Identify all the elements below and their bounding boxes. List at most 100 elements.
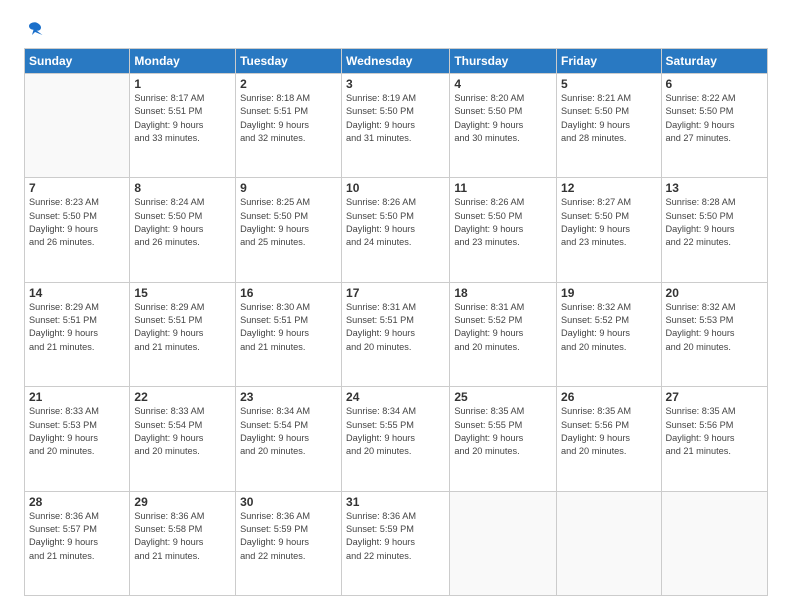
day-info: Sunrise: 8:32 AM Sunset: 5:53 PM Dayligh…: [666, 301, 763, 354]
day-number: 26: [561, 390, 656, 404]
day-number: 17: [346, 286, 445, 300]
day-number: 12: [561, 181, 656, 195]
day-info: Sunrise: 8:23 AM Sunset: 5:50 PM Dayligh…: [29, 196, 125, 249]
day-cell: 30Sunrise: 8:36 AM Sunset: 5:59 PM Dayli…: [236, 491, 342, 595]
week-row-5: 28Sunrise: 8:36 AM Sunset: 5:57 PM Dayli…: [25, 491, 768, 595]
day-info: Sunrise: 8:36 AM Sunset: 5:58 PM Dayligh…: [134, 510, 231, 563]
day-cell: 11Sunrise: 8:26 AM Sunset: 5:50 PM Dayli…: [450, 178, 557, 282]
day-cell: 23Sunrise: 8:34 AM Sunset: 5:54 PM Dayli…: [236, 387, 342, 491]
day-number: 30: [240, 495, 337, 509]
day-cell: 31Sunrise: 8:36 AM Sunset: 5:59 PM Dayli…: [342, 491, 450, 595]
day-info: Sunrise: 8:28 AM Sunset: 5:50 PM Dayligh…: [666, 196, 763, 249]
day-cell: 26Sunrise: 8:35 AM Sunset: 5:56 PM Dayli…: [557, 387, 661, 491]
day-info: Sunrise: 8:18 AM Sunset: 5:51 PM Dayligh…: [240, 92, 337, 145]
day-number: 4: [454, 77, 552, 91]
header: [24, 20, 768, 38]
logo-bird-icon: [26, 20, 44, 38]
calendar-header-row: SundayMondayTuesdayWednesdayThursdayFrid…: [25, 49, 768, 74]
day-cell: 7Sunrise: 8:23 AM Sunset: 5:50 PM Daylig…: [25, 178, 130, 282]
day-number: 22: [134, 390, 231, 404]
day-info: Sunrise: 8:29 AM Sunset: 5:51 PM Dayligh…: [134, 301, 231, 354]
day-info: Sunrise: 8:26 AM Sunset: 5:50 PM Dayligh…: [454, 196, 552, 249]
day-cell: 22Sunrise: 8:33 AM Sunset: 5:54 PM Dayli…: [130, 387, 236, 491]
day-cell: 12Sunrise: 8:27 AM Sunset: 5:50 PM Dayli…: [557, 178, 661, 282]
day-number: 14: [29, 286, 125, 300]
week-row-2: 7Sunrise: 8:23 AM Sunset: 5:50 PM Daylig…: [25, 178, 768, 282]
day-info: Sunrise: 8:35 AM Sunset: 5:56 PM Dayligh…: [666, 405, 763, 458]
day-info: Sunrise: 8:36 AM Sunset: 5:57 PM Dayligh…: [29, 510, 125, 563]
day-cell: 24Sunrise: 8:34 AM Sunset: 5:55 PM Dayli…: [342, 387, 450, 491]
day-cell: [661, 491, 767, 595]
header-sunday: Sunday: [25, 49, 130, 74]
day-number: 20: [666, 286, 763, 300]
day-number: 13: [666, 181, 763, 195]
day-info: Sunrise: 8:34 AM Sunset: 5:54 PM Dayligh…: [240, 405, 337, 458]
day-info: Sunrise: 8:29 AM Sunset: 5:51 PM Dayligh…: [29, 301, 125, 354]
day-info: Sunrise: 8:32 AM Sunset: 5:52 PM Dayligh…: [561, 301, 656, 354]
day-info: Sunrise: 8:24 AM Sunset: 5:50 PM Dayligh…: [134, 196, 231, 249]
day-info: Sunrise: 8:21 AM Sunset: 5:50 PM Dayligh…: [561, 92, 656, 145]
day-info: Sunrise: 8:35 AM Sunset: 5:55 PM Dayligh…: [454, 405, 552, 458]
day-cell: 10Sunrise: 8:26 AM Sunset: 5:50 PM Dayli…: [342, 178, 450, 282]
header-saturday: Saturday: [661, 49, 767, 74]
day-cell: 9Sunrise: 8:25 AM Sunset: 5:50 PM Daylig…: [236, 178, 342, 282]
day-number: 6: [666, 77, 763, 91]
day-number: 25: [454, 390, 552, 404]
day-number: 1: [134, 77, 231, 91]
day-cell: 19Sunrise: 8:32 AM Sunset: 5:52 PM Dayli…: [557, 282, 661, 386]
day-info: Sunrise: 8:25 AM Sunset: 5:50 PM Dayligh…: [240, 196, 337, 249]
week-row-3: 14Sunrise: 8:29 AM Sunset: 5:51 PM Dayli…: [25, 282, 768, 386]
day-cell: 8Sunrise: 8:24 AM Sunset: 5:50 PM Daylig…: [130, 178, 236, 282]
page: SundayMondayTuesdayWednesdayThursdayFrid…: [0, 0, 792, 612]
day-number: 24: [346, 390, 445, 404]
header-monday: Monday: [130, 49, 236, 74]
day-cell: 15Sunrise: 8:29 AM Sunset: 5:51 PM Dayli…: [130, 282, 236, 386]
day-info: Sunrise: 8:36 AM Sunset: 5:59 PM Dayligh…: [346, 510, 445, 563]
day-cell: 2Sunrise: 8:18 AM Sunset: 5:51 PM Daylig…: [236, 74, 342, 178]
day-info: Sunrise: 8:19 AM Sunset: 5:50 PM Dayligh…: [346, 92, 445, 145]
day-info: Sunrise: 8:26 AM Sunset: 5:50 PM Dayligh…: [346, 196, 445, 249]
day-cell: [557, 491, 661, 595]
day-cell: 6Sunrise: 8:22 AM Sunset: 5:50 PM Daylig…: [661, 74, 767, 178]
week-row-1: 1Sunrise: 8:17 AM Sunset: 5:51 PM Daylig…: [25, 74, 768, 178]
header-wednesday: Wednesday: [342, 49, 450, 74]
header-friday: Friday: [557, 49, 661, 74]
day-number: 15: [134, 286, 231, 300]
day-info: Sunrise: 8:34 AM Sunset: 5:55 PM Dayligh…: [346, 405, 445, 458]
day-number: 31: [346, 495, 445, 509]
day-cell: 14Sunrise: 8:29 AM Sunset: 5:51 PM Dayli…: [25, 282, 130, 386]
day-number: 16: [240, 286, 337, 300]
day-cell: 21Sunrise: 8:33 AM Sunset: 5:53 PM Dayli…: [25, 387, 130, 491]
day-number: 29: [134, 495, 231, 509]
day-number: 7: [29, 181, 125, 195]
day-cell: 1Sunrise: 8:17 AM Sunset: 5:51 PM Daylig…: [130, 74, 236, 178]
day-number: 2: [240, 77, 337, 91]
day-number: 18: [454, 286, 552, 300]
day-info: Sunrise: 8:17 AM Sunset: 5:51 PM Dayligh…: [134, 92, 231, 145]
day-info: Sunrise: 8:31 AM Sunset: 5:52 PM Dayligh…: [454, 301, 552, 354]
day-info: Sunrise: 8:35 AM Sunset: 5:56 PM Dayligh…: [561, 405, 656, 458]
day-info: Sunrise: 8:27 AM Sunset: 5:50 PM Dayligh…: [561, 196, 656, 249]
day-number: 19: [561, 286, 656, 300]
day-cell: 13Sunrise: 8:28 AM Sunset: 5:50 PM Dayli…: [661, 178, 767, 282]
day-cell: 25Sunrise: 8:35 AM Sunset: 5:55 PM Dayli…: [450, 387, 557, 491]
day-info: Sunrise: 8:36 AM Sunset: 5:59 PM Dayligh…: [240, 510, 337, 563]
header-tuesday: Tuesday: [236, 49, 342, 74]
week-row-4: 21Sunrise: 8:33 AM Sunset: 5:53 PM Dayli…: [25, 387, 768, 491]
day-number: 9: [240, 181, 337, 195]
day-number: 28: [29, 495, 125, 509]
day-cell: 28Sunrise: 8:36 AM Sunset: 5:57 PM Dayli…: [25, 491, 130, 595]
day-number: 5: [561, 77, 656, 91]
day-number: 8: [134, 181, 231, 195]
day-cell: 4Sunrise: 8:20 AM Sunset: 5:50 PM Daylig…: [450, 74, 557, 178]
day-cell: 20Sunrise: 8:32 AM Sunset: 5:53 PM Dayli…: [661, 282, 767, 386]
logo: [24, 20, 44, 38]
calendar-table: SundayMondayTuesdayWednesdayThursdayFrid…: [24, 48, 768, 596]
day-number: 3: [346, 77, 445, 91]
day-info: Sunrise: 8:33 AM Sunset: 5:53 PM Dayligh…: [29, 405, 125, 458]
day-number: 11: [454, 181, 552, 195]
day-cell: 18Sunrise: 8:31 AM Sunset: 5:52 PM Dayli…: [450, 282, 557, 386]
day-number: 27: [666, 390, 763, 404]
day-cell: [450, 491, 557, 595]
day-cell: 17Sunrise: 8:31 AM Sunset: 5:51 PM Dayli…: [342, 282, 450, 386]
